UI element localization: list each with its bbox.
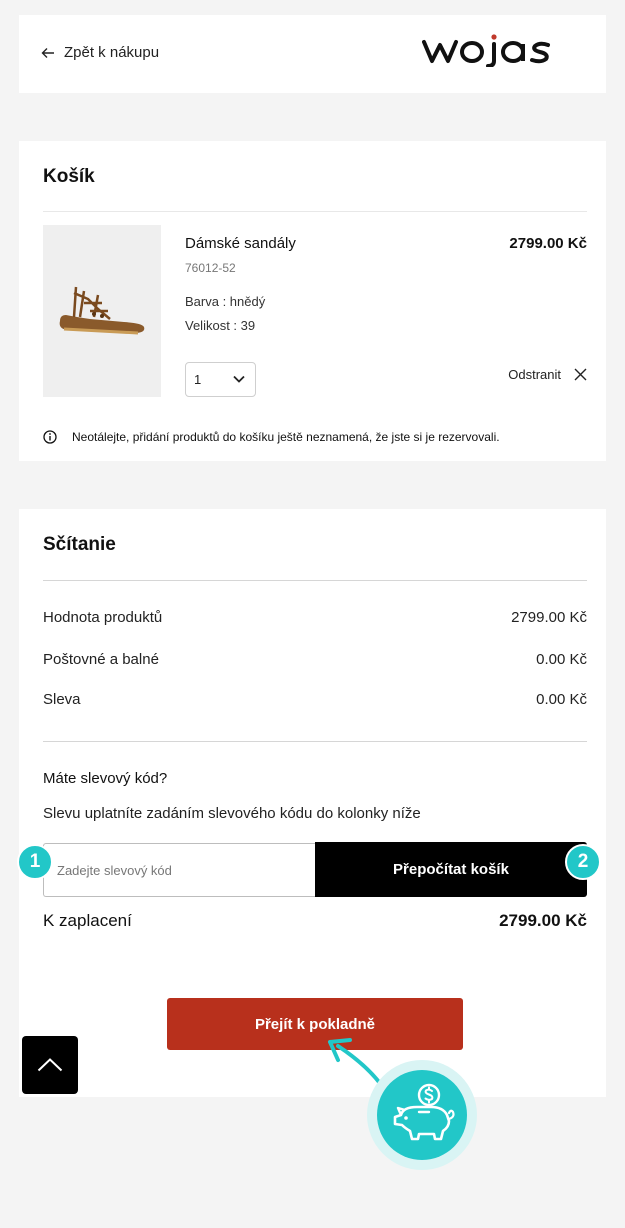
products-value-label: Hodnota produktů <box>43 609 163 626</box>
scroll-to-top-button[interactable] <box>22 1036 78 1094</box>
cart-divider <box>43 211 587 212</box>
quantity-value: 1 <box>194 372 202 387</box>
product-name[interactable]: Dámské sandály <box>185 235 296 252</box>
remove-label: Odstranit <box>508 367 561 382</box>
dollar-coin-icon <box>417 1083 441 1107</box>
products-value: 2799.00 Kč <box>511 609 587 626</box>
product-code: 76012-52 <box>185 261 236 275</box>
header: Zpět k nákupu <box>19 15 606 93</box>
sandal-image <box>59 286 145 335</box>
checkout-button[interactable]: Přejít k pokladně <box>167 998 463 1050</box>
discount-label: Sleva <box>43 691 81 708</box>
product-image[interactable] <box>43 225 161 397</box>
summary-divider-top <box>43 580 587 581</box>
total-label: K zaplacení <box>43 911 132 930</box>
recalculate-cart-button[interactable]: Přepočítat košík <box>315 842 587 897</box>
piggy-bank-icon <box>393 1083 455 1141</box>
shipping-value: 0.00 Kč <box>536 651 587 668</box>
cart-section: Košík Dámské sandály 76012-52 Barva : hn… <box>19 141 606 461</box>
summary-section: Sčítanie Hodnota produktů 2799.00 Kč Poš… <box>19 509 606 1097</box>
product-price: 2799.00 Kč <box>509 235 587 252</box>
coupon-input[interactable] <box>43 843 315 897</box>
remove-item-button[interactable]: Odstranit <box>508 367 587 382</box>
shipping-label: Poštovné a balné <box>43 651 159 668</box>
summary-title: Sčítanie <box>43 534 116 555</box>
annotation-badge-1: 1 <box>17 844 53 880</box>
annotation-badge-2: 2 <box>565 844 601 880</box>
reservation-notice: Neotálejte, přidání produktů do košíku j… <box>43 430 500 444</box>
cart-title: Košík <box>43 166 95 187</box>
summary-divider-bottom <box>43 741 587 742</box>
discount-value: 0.00 Kč <box>536 691 587 708</box>
info-icon <box>43 430 57 444</box>
arrow-left-icon <box>41 47 54 58</box>
back-link-label: Zpět k nákupu <box>64 44 160 61</box>
close-icon <box>574 368 587 381</box>
piggy-bank-badge <box>377 1070 467 1160</box>
notice-text: Neotálejte, přidání produktů do košíku j… <box>72 430 500 444</box>
chevron-up-icon <box>37 1058 63 1072</box>
quantity-select[interactable]: 1 <box>185 362 256 397</box>
coupon-hint: Slevu uplatníte zadáním slevového kódu d… <box>43 805 421 822</box>
product-size: Velikost : 39 <box>185 318 256 333</box>
product-color: Barva : hnědý <box>185 294 266 309</box>
back-to-shop-link[interactable]: Zpět k nákupu <box>41 44 159 61</box>
coupon-question: Máte slevový kód? <box>43 770 168 787</box>
total-value: 2799.00 Kč <box>499 911 587 930</box>
wojas-logo[interactable] <box>422 33 576 67</box>
chevron-down-icon <box>233 375 245 383</box>
